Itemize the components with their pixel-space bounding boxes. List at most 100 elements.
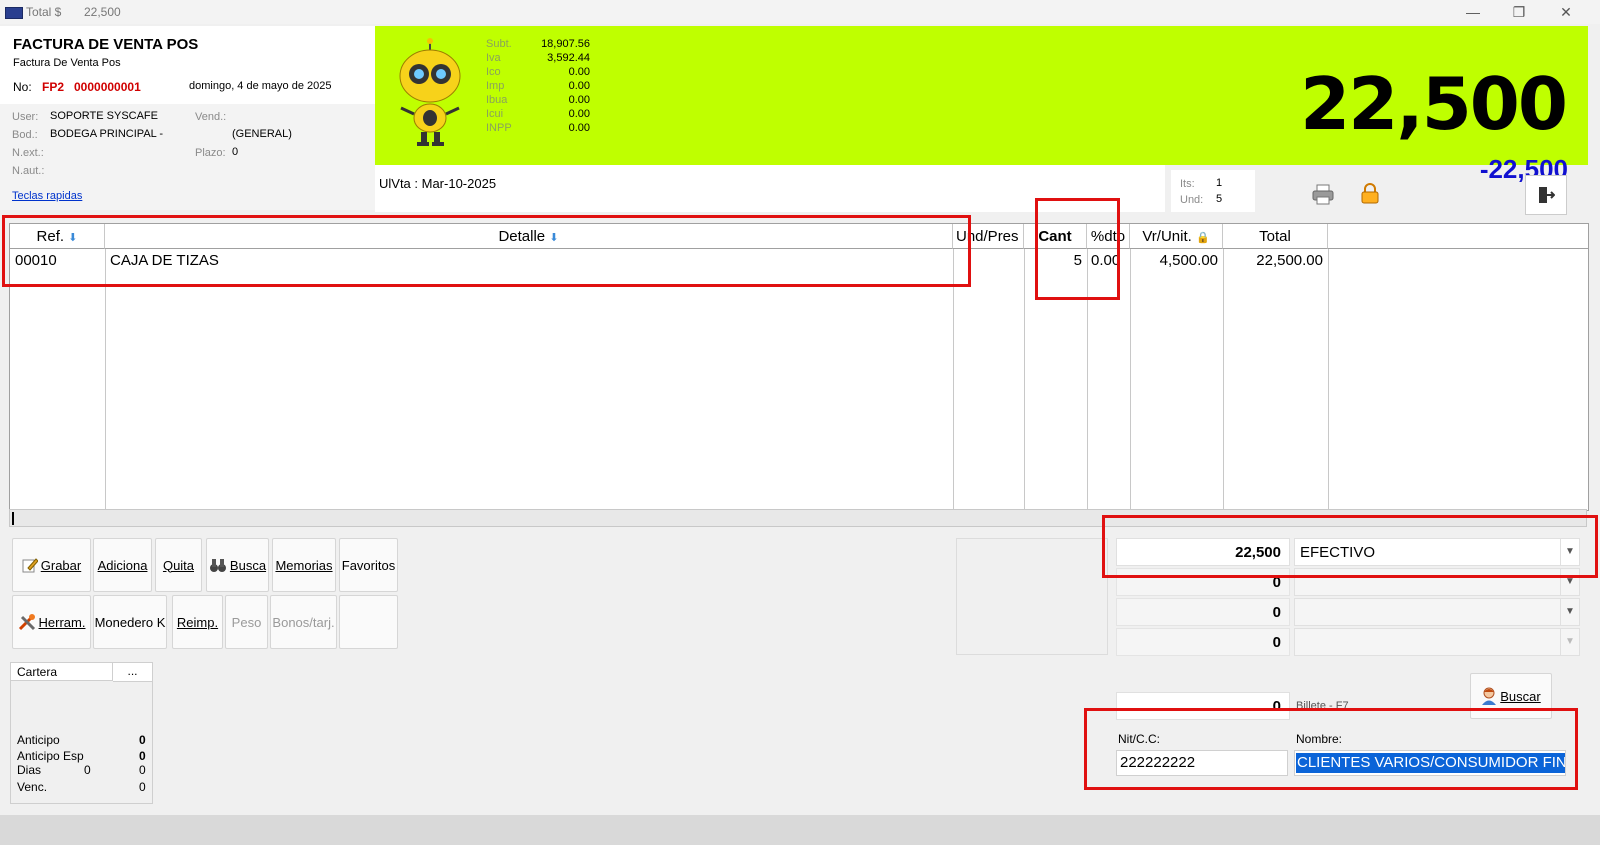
bod-value: BODEGA PRINCIPAL - (50, 128, 164, 140)
cartera-title: Cartera (11, 663, 113, 681)
empty-button[interactable] (339, 595, 398, 649)
monedero-button[interactable]: Monedero K (93, 595, 167, 649)
tax-row-value: 0.00 (568, 94, 590, 106)
dias-value-2: 0 (139, 763, 146, 777)
col-divider (953, 249, 954, 510)
col-divider (1130, 249, 1131, 510)
tax-row-label: Imp (486, 80, 505, 92)
tax-row-value: 0.00 (568, 66, 590, 78)
general-label: (GENERAL) (232, 128, 292, 140)
lock-small-icon: 🔒 (1195, 232, 1210, 244)
user-value: SOPORTE SYSCAFE (50, 110, 158, 122)
payment-amount-4[interactable]: 0 (1116, 628, 1290, 656)
tax-row-label: Ico (486, 66, 501, 78)
cartera-panel: Cartera ... Anticipo 0 Anticipo Esp 0 Di… (10, 662, 153, 804)
busca-label: Busca (229, 557, 267, 573)
binoculars-icon (209, 559, 226, 572)
herram-label: Herram. (38, 614, 86, 630)
favoritos-button[interactable]: Favoritos (339, 538, 398, 592)
reimp-button[interactable]: Reimp. (172, 595, 223, 649)
restore-button[interactable]: ❐ (1496, 0, 1542, 24)
grabar-button[interactable]: Grabar (12, 538, 91, 592)
header-details: User: SOPORTE SYSCAFE Vend.: Bod.: BODEG… (0, 104, 375, 210)
adiciona-label: Adiciona (97, 557, 148, 573)
busca-button[interactable]: Busca (206, 538, 269, 592)
dias-label: Dias (17, 763, 42, 777)
memorias-button[interactable]: Memorias (272, 538, 336, 592)
plazo-label: Plazo: (195, 147, 226, 159)
peso-button[interactable]: Peso (225, 595, 268, 649)
cartera-more-button[interactable]: ... (113, 663, 152, 682)
bod-label: Bod.: (12, 129, 38, 141)
tax-row: Ico 0.00 (486, 66, 606, 80)
invoice-no-label: No: (13, 80, 32, 94)
col-header-vrunit[interactable]: Vr/Unit. 🔒 (1130, 224, 1223, 249)
tax-row: INPP 0.00 (486, 122, 606, 136)
monedero-label: Monedero K (94, 614, 166, 630)
tax-row: Ibua 0.00 (486, 94, 606, 108)
adiciona-button[interactable]: Adiciona (93, 538, 152, 592)
window-title-value: 22,500 (84, 5, 121, 19)
tax-row-value: 0.00 (568, 80, 590, 92)
tax-row-value: 0.00 (568, 122, 590, 134)
tax-row: Imp 0.00 (486, 80, 606, 94)
window-title: Total $ (26, 5, 62, 19)
payment-amount-3[interactable]: 0 (1116, 598, 1290, 626)
plazo-value: 0 (232, 146, 239, 158)
venc-value: 0 (139, 780, 146, 794)
tax-row: Subt. 18,907.56 (486, 38, 606, 52)
its-value: 1 (1216, 177, 1223, 189)
bonos-label: Bonos/tarj. (272, 614, 335, 630)
page-title: FACTURA DE VENTA POS (13, 36, 199, 53)
bonos-button[interactable]: Bonos/tarj. (270, 595, 337, 649)
anticipo-esp-label: Anticipo Esp (17, 749, 84, 763)
status-bar (0, 815, 1600, 845)
col-header-total[interactable]: Total (1223, 224, 1328, 249)
dias-value-1: 0 (84, 763, 91, 777)
quita-button[interactable]: Quita (155, 538, 202, 592)
tax-row-label: Iva (486, 52, 501, 64)
image-placeholder (956, 538, 1108, 655)
grid-cursor (12, 512, 14, 525)
exit-button[interactable] (1525, 175, 1567, 215)
vend-label: Vend.: (195, 111, 227, 123)
anticipo-label: Anticipo (17, 733, 60, 747)
peso-label: Peso (231, 614, 262, 630)
tax-row-value: 18,907.56 (541, 38, 590, 50)
col-divider (1328, 249, 1329, 510)
invoice-date: domingo, 4 de mayo de 2025 (189, 80, 332, 92)
close-button[interactable]: ✕ (1543, 0, 1589, 24)
cell-total[interactable]: 22,500.00 (1223, 252, 1323, 269)
payment-method-4[interactable]: ▼ (1294, 628, 1580, 656)
page-subtitle: Factura De Venta Pos (13, 57, 121, 69)
shortcuts-link[interactable]: Teclas rapidas (12, 190, 82, 202)
quita-label: Quita (162, 557, 195, 573)
herram-button[interactable]: Herram. (12, 595, 91, 649)
chevron-down-icon[interactable]: ▼ (1560, 629, 1579, 655)
tax-row: Iva 3,592.44 (486, 52, 606, 66)
printer-icon[interactable] (1312, 183, 1334, 205)
grabar-label: Grabar (40, 557, 82, 573)
col-divider (105, 249, 106, 510)
payment-method-3[interactable]: ▼ (1294, 598, 1580, 626)
naut-label: N.aut.: (12, 165, 45, 177)
memorias-label: Memorias (275, 557, 333, 573)
invoice-header: FACTURA DE VENTA POS Factura De Venta Po… (0, 26, 375, 210)
col-header-vrunit-label: Vr/Unit. (1142, 228, 1192, 245)
title-bar: Total $ 22,500 — ❐ ✕ (0, 0, 1600, 24)
tax-row-label: INPP (486, 122, 512, 134)
tax-row-label: Subt. (486, 38, 512, 50)
chevron-down-icon[interactable]: ▼ (1560, 599, 1579, 625)
last-sale-text: UlVta : Mar-10-2025 (379, 176, 497, 191)
tax-row-value: 3,592.44 (547, 52, 590, 64)
cell-vrunit[interactable]: 4,500.00 (1130, 252, 1218, 269)
und-label: Und: (1180, 194, 1204, 206)
minimize-button[interactable]: — (1450, 0, 1496, 24)
person-icon (1482, 687, 1497, 705)
its-label: Its: (1180, 178, 1195, 190)
items-count-box: Its: 1 Und: 5 (1171, 170, 1255, 212)
grand-total: 22,500 (1300, 62, 1568, 146)
lock-icon[interactable] (1359, 182, 1381, 204)
favoritos-label: Favoritos (341, 557, 396, 573)
col-header-blank (1328, 224, 1588, 249)
